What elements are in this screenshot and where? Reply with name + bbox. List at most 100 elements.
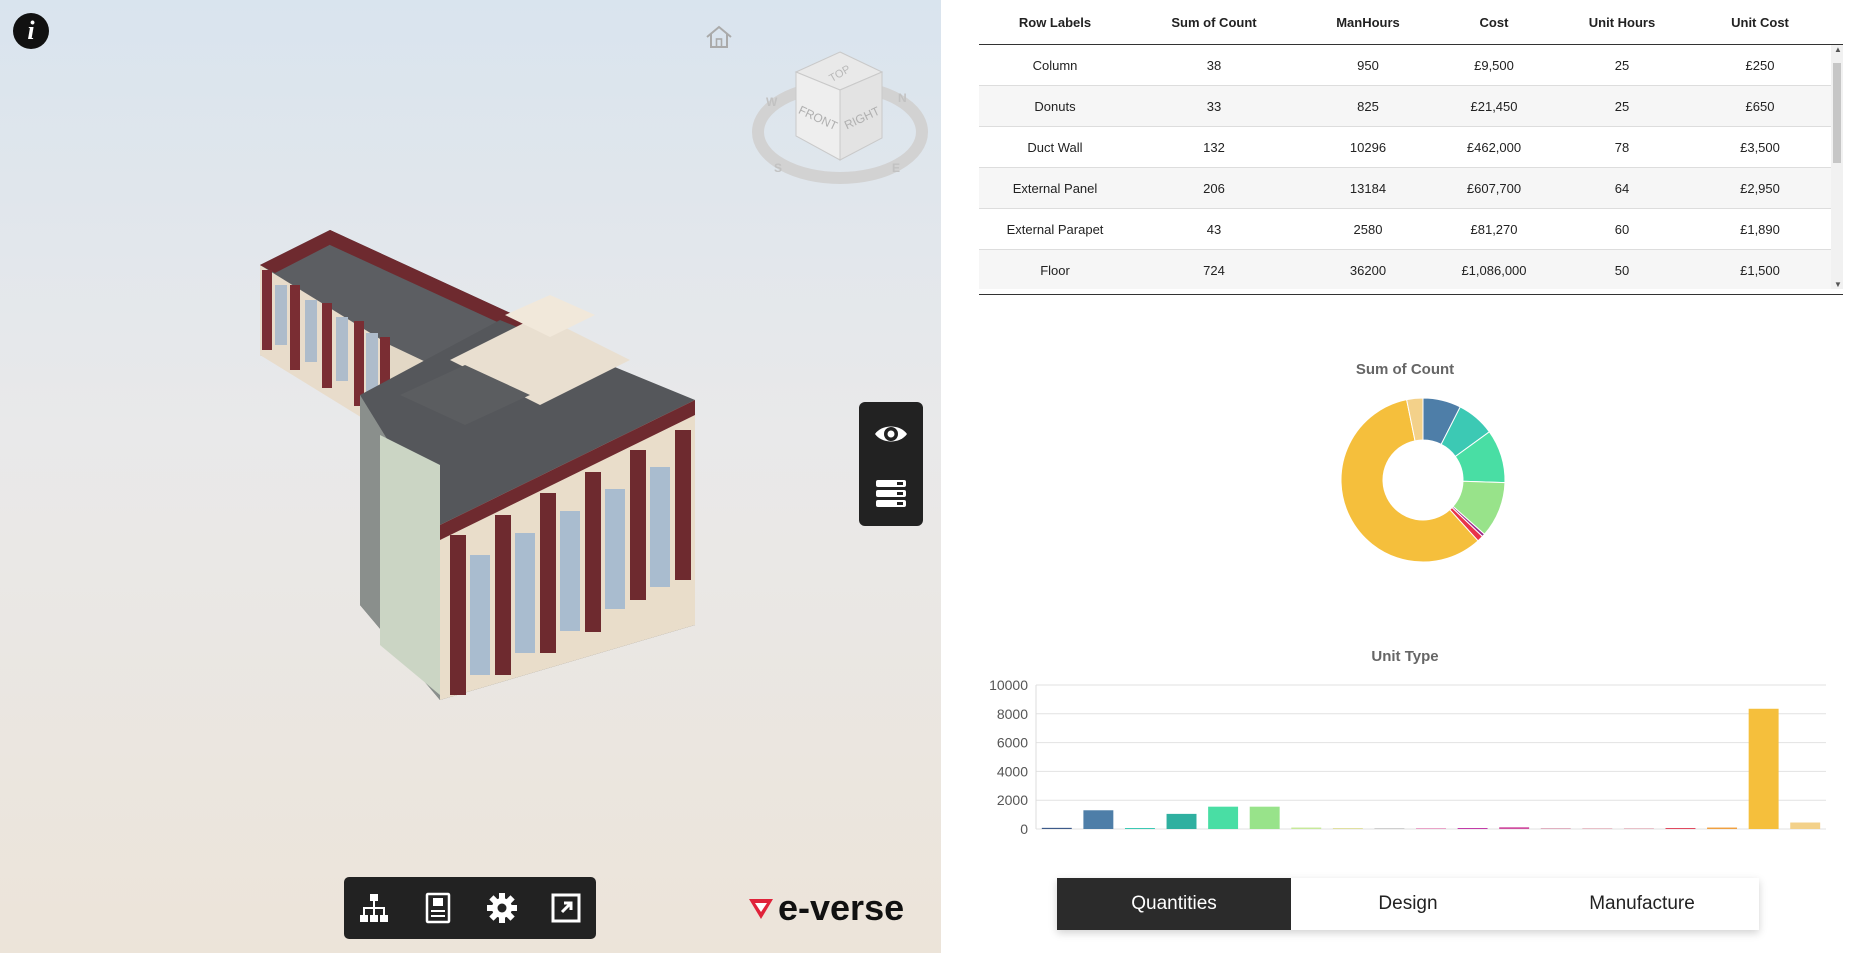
cell-cost: £81,270: [1470, 221, 1518, 237]
scroll-up-icon[interactable]: ▲: [1833, 45, 1843, 54]
scroll-down-icon[interactable]: ▼: [1833, 280, 1843, 289]
cell-cost: £1,086,000: [1461, 262, 1527, 278]
cell-cost: £607,700: [1466, 180, 1522, 196]
view-cube[interactable]: TOP FRONT RIGHT N W S E: [752, 50, 928, 190]
hierarchy-icon[interactable]: [358, 892, 390, 924]
cell-unit-hours: 78: [1614, 139, 1630, 155]
tab-design[interactable]: Design: [1291, 878, 1525, 930]
bar[interactable]: [1374, 828, 1405, 829]
bar[interactable]: [1332, 828, 1363, 829]
bar[interactable]: [1582, 828, 1613, 829]
table-row[interactable]: Column 38 950 £9,500 25 £250: [979, 45, 1831, 86]
cell-unit-hours: 50: [1614, 262, 1630, 278]
header-cost[interactable]: Cost: [1439, 0, 1549, 44]
bar[interactable]: [1623, 828, 1654, 829]
report-panel: Row Labels Sum of Count ManHours Cost Un…: [941, 0, 1869, 953]
layers-icon[interactable]: [873, 476, 909, 512]
table-row[interactable]: Floor 724 36200 £1,086,000 50 £1,500: [979, 250, 1831, 289]
properties-icon[interactable]: [422, 892, 454, 924]
cell-manhours: 950: [1357, 57, 1379, 73]
cell-manhours: 2580: [1353, 221, 1383, 237]
bar[interactable]: [1083, 810, 1114, 829]
cell-unit-cost: £2,950: [1740, 180, 1780, 196]
bar[interactable]: [1748, 708, 1779, 829]
header-row-labels[interactable]: Row Labels: [979, 0, 1131, 44]
info-icon: i: [27, 16, 35, 45]
cell-unit-hours: 25: [1614, 57, 1630, 73]
donut-chart-title: Sum of Count: [1355, 361, 1455, 378]
bar[interactable]: [1124, 828, 1155, 829]
fullscreen-icon[interactable]: [550, 892, 582, 924]
gear-icon[interactable]: [486, 892, 518, 924]
cell-row-label: Floor: [1040, 262, 1070, 278]
bar[interactable]: [1208, 806, 1239, 829]
main-toolbar: [344, 877, 596, 939]
bar-chart-title: Unit Type: [1371, 648, 1439, 665]
cell-cost: £21,450: [1470, 98, 1518, 114]
scrollbar-thumb[interactable]: [1833, 63, 1841, 163]
table-divider: [979, 294, 1843, 295]
cell-sum-of-count: 33: [1206, 98, 1222, 114]
cell-row-label: Column: [1032, 57, 1078, 73]
bar[interactable]: [1249, 806, 1280, 829]
view-toolbar: [859, 402, 923, 526]
unit-type-bar-chart[interactable]: 0 2000 4000 6000 8000 10000: [986, 665, 1836, 840]
table-row[interactable]: External Parapet 43 2580 £81,270 60 £1,8…: [979, 209, 1831, 250]
header-manhours[interactable]: ManHours: [1297, 0, 1439, 44]
cell-manhours: 36200: [1349, 262, 1387, 278]
table-row[interactable]: Donuts 33 825 £21,450 25 £650: [979, 86, 1831, 127]
model-viewer[interactable]: i TOP FRONT RIGHT N W S E e-verse: [0, 0, 941, 953]
cell-unit-hours: 25: [1614, 98, 1630, 114]
cell-row-label: Duct Wall: [1027, 139, 1083, 155]
bar[interactable]: [1540, 828, 1571, 829]
cell-unit-cost: £250: [1745, 57, 1775, 73]
bar[interactable]: [1707, 827, 1738, 829]
y-tick-label: 4000: [997, 763, 1028, 779]
bar[interactable]: [1457, 828, 1488, 829]
cell-row-label: External Parapet: [1006, 221, 1104, 237]
bar[interactable]: [1790, 822, 1821, 829]
table-row[interactable]: External Panel 206 13184 £607,700 64 £2,…: [979, 168, 1831, 209]
cell-sum-of-count: 206: [1203, 180, 1225, 196]
table-body[interactable]: Column 38 950 £9,500 25 £250 Donuts 33 8…: [979, 45, 1831, 289]
cell-sum-of-count: 132: [1203, 139, 1225, 155]
eye-icon[interactable]: [873, 416, 909, 452]
tab-manufacture[interactable]: Manufacture: [1525, 878, 1759, 930]
header-unit-hours[interactable]: Unit Hours: [1549, 0, 1695, 44]
info-button[interactable]: i: [13, 13, 49, 49]
compass-n-label: N: [898, 91, 907, 105]
cell-cost: £9,500: [1474, 57, 1514, 73]
y-tick-label: 10000: [989, 677, 1028, 693]
cell-unit-hours: 64: [1614, 180, 1630, 196]
quantities-table: Row Labels Sum of Count ManHours Cost Un…: [979, 0, 1843, 296]
home-icon[interactable]: [704, 24, 734, 50]
cell-sum-of-count: 724: [1203, 262, 1225, 278]
cell-unit-cost: £3,500: [1740, 139, 1780, 155]
y-tick-label: 6000: [997, 735, 1028, 751]
bar[interactable]: [1041, 827, 1072, 829]
logo-mark-icon: [749, 899, 773, 919]
header-sum-of-count[interactable]: Sum of Count: [1131, 0, 1297, 44]
table-header: Row Labels Sum of Count ManHours Cost Un…: [979, 0, 1843, 45]
bar[interactable]: [1166, 813, 1197, 829]
logo-text: e-verse: [778, 887, 905, 928]
building-model[interactable]: [250, 225, 850, 835]
cell-manhours: 10296: [1349, 139, 1387, 155]
table-scrollbar[interactable]: ▲ ▼: [1831, 45, 1843, 289]
cell-sum-of-count: 38: [1206, 57, 1222, 73]
bar[interactable]: [1499, 827, 1530, 829]
cell-unit-cost: £1,500: [1740, 262, 1780, 278]
bar[interactable]: [1665, 827, 1696, 829]
y-tick-label: 8000: [997, 706, 1028, 722]
view-tabs: Quantities Design Manufacture: [1057, 878, 1759, 930]
compass-e-label: E: [892, 161, 900, 175]
sum-of-count-donut-chart[interactable]: [1323, 385, 1523, 575]
tab-quantities[interactable]: Quantities: [1057, 878, 1291, 930]
header-unit-cost[interactable]: Unit Cost: [1695, 0, 1825, 44]
bar[interactable]: [1416, 828, 1446, 829]
bar[interactable]: [1291, 827, 1322, 829]
table-row[interactable]: Duct Wall 132 10296 £462,000 78 £3,500: [979, 127, 1831, 168]
cell-row-label: External Panel: [1012, 180, 1098, 196]
cell-unit-cost: £650: [1745, 98, 1775, 114]
cell-cost: £462,000: [1466, 139, 1522, 155]
